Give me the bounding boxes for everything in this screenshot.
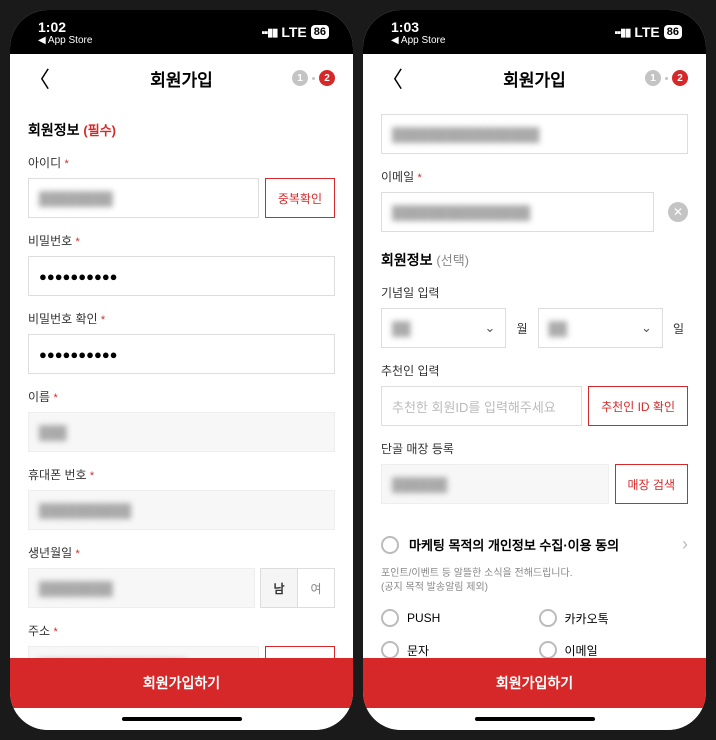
battery-icon: 86	[311, 25, 329, 39]
battery-icon: 86	[664, 25, 682, 39]
back-icon[interactable]: 〈	[28, 62, 50, 94]
submit-button[interactable]: 회원가입하기	[10, 658, 353, 708]
step-dot-1: 1	[292, 70, 308, 86]
prev-input[interactable]: ████████████████	[381, 114, 688, 154]
push-checkbox[interactable]: PUSH	[381, 609, 531, 627]
status-bar: 1:02 ◀ App Store ▪▪▮▮ LTE 86	[10, 10, 353, 54]
address-label: 주소 *	[28, 622, 335, 639]
email-label: 이메일 *	[381, 168, 688, 185]
marketing-consent-row[interactable]: 마케팅 목적의 개인정보 수집·이용 동의 ›	[381, 522, 688, 567]
page-header: 〈 회원가입 1 2	[363, 54, 706, 102]
network-label: LTE	[281, 24, 306, 40]
chevron-down-icon: ⌄	[485, 320, 496, 336]
referrer-input[interactable]: 추천한 회원ID를 입력해주세요	[381, 386, 582, 426]
home-indicator[interactable]	[363, 708, 706, 730]
password-confirm-label: 비밀번호 확인 *	[28, 310, 335, 327]
phone-screen-right: 1:03 ◀ App Store ▪▪▮▮ LTE 86 〈 회원가입 1 2 …	[363, 10, 706, 730]
check-referrer-button[interactable]: 추천인 ID 확인	[588, 386, 688, 426]
anniversary-label: 기념일 입력	[381, 284, 688, 301]
status-bar: 1:03 ◀ App Store ▪▪▮▮ LTE 86	[363, 10, 706, 54]
name-label: 이름 *	[28, 388, 335, 405]
phone-label: 휴대폰 번호 *	[28, 466, 335, 483]
phone-screen-left: 1:02 ◀ App Store ▪▪▮▮ LTE 86 〈 회원가입 1 2 …	[10, 10, 353, 730]
month-select[interactable]: ██⌄	[381, 308, 506, 348]
email-checkbox[interactable]: 이메일	[539, 641, 689, 658]
store-label: 단골 매장 등록	[381, 440, 688, 457]
day-unit: 일	[669, 308, 688, 348]
phone-input[interactable]: ██████████	[28, 490, 335, 530]
step-dot-1: 1	[645, 70, 661, 86]
step-dot-2: 2	[672, 70, 688, 86]
step-indicator: 1 2	[292, 70, 335, 86]
email-input[interactable]: ███████████████	[381, 192, 654, 232]
section-heading-required: 회원정보 (필수)	[28, 120, 335, 140]
marketing-consent-sub: 포인트/이벤트 등 알뜰한 소식을 전해드립니다.(공지 목적 발송알림 제외)	[381, 567, 688, 595]
home-indicator[interactable]	[10, 708, 353, 730]
name-input[interactable]: ███	[28, 412, 335, 452]
kakao-checkbox[interactable]: 카카오톡	[539, 609, 689, 627]
day-select[interactable]: ██⌄	[538, 308, 663, 348]
id-input[interactable]: ████████	[28, 178, 259, 218]
check-duplicate-button[interactable]: 중복확인	[265, 178, 335, 218]
birth-label: 생년월일 *	[28, 544, 335, 561]
birth-input[interactable]: ████████	[28, 568, 255, 608]
network-label: LTE	[634, 24, 659, 40]
chevron-down-icon: ⌄	[641, 320, 652, 336]
find-address-button[interactable]: 주소찾기	[265, 646, 335, 658]
back-to-appstore[interactable]: ◀ App Store	[38, 35, 92, 46]
step-indicator: 1 2	[645, 70, 688, 86]
store-input[interactable]: ██████	[381, 464, 609, 504]
step-dot-2: 2	[319, 70, 335, 86]
status-time: 1:02	[38, 19, 92, 35]
chevron-right-icon: ›	[682, 534, 688, 555]
page-title: 회원가입	[150, 66, 213, 91]
password-label: 비밀번호 *	[28, 232, 335, 249]
sms-checkbox[interactable]: 문자	[381, 641, 531, 658]
back-icon[interactable]: 〈	[381, 62, 403, 94]
gender-female-toggle[interactable]: 여	[297, 568, 335, 608]
submit-button[interactable]: 회원가입하기	[363, 658, 706, 708]
password-input[interactable]: ●●●●●●●●●●	[28, 256, 335, 296]
password-confirm-input[interactable]: ●●●●●●●●●●	[28, 334, 335, 374]
referrer-label: 추천인 입력	[381, 362, 688, 379]
status-time: 1:03	[391, 19, 445, 35]
signal-icon: ▪▪▮▮	[614, 26, 630, 39]
month-unit: 월	[512, 308, 531, 348]
signal-icon: ▪▪▮▮	[261, 26, 277, 39]
marketing-consent-title: 마케팅 목적의 개인정보 수집·이용 동의	[409, 535, 672, 554]
address-input[interactable]: ████████████████	[28, 646, 259, 658]
section-heading-optional: 회원정보 (선택)	[381, 250, 688, 270]
page-header: 〈 회원가입 1 2	[10, 54, 353, 102]
id-label: 아이디 *	[28, 154, 335, 171]
radio-icon	[381, 536, 399, 554]
form-content: ████████████████ 이메일 * ███████████████ ✕…	[363, 102, 706, 658]
search-store-button[interactable]: 매장 검색	[615, 464, 689, 504]
clear-icon[interactable]: ✕	[668, 202, 688, 222]
gender-male-toggle[interactable]: 남	[260, 568, 298, 608]
back-to-appstore[interactable]: ◀ App Store	[391, 35, 445, 46]
page-title: 회원가입	[503, 66, 566, 91]
form-content: 회원정보 (필수) 아이디 * ████████ 중복확인 비밀번호 * ●●●…	[10, 102, 353, 658]
